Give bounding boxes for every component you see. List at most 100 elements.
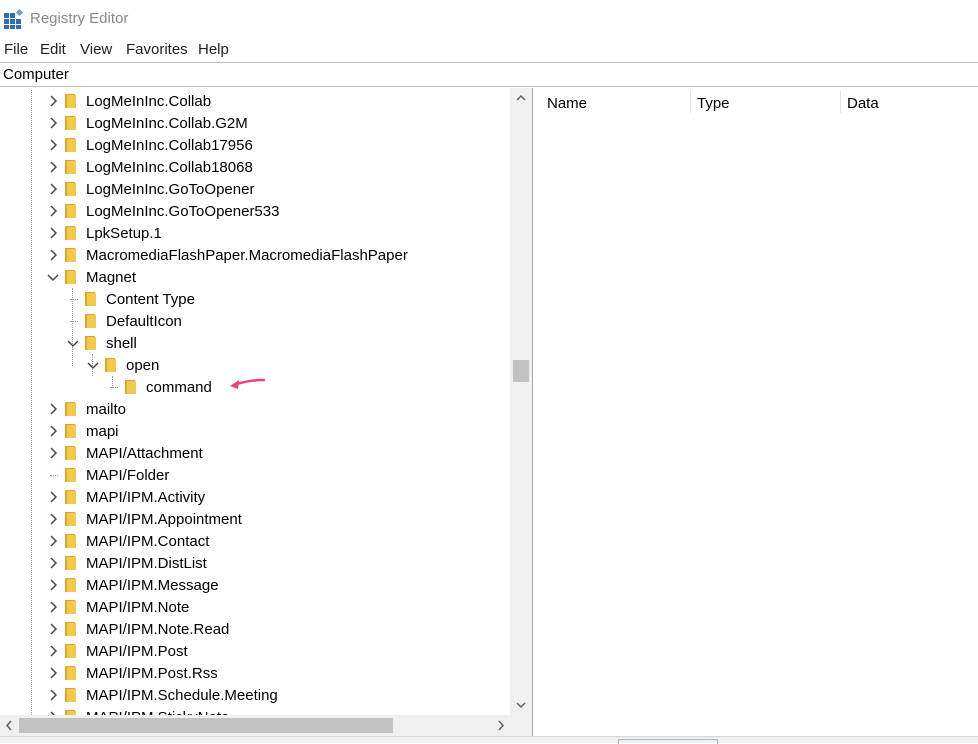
menu-view[interactable]: View [80,41,112,58]
tree-item-label: MAPI/IPM.Appointment [86,511,242,528]
menu-file[interactable]: File [4,41,28,58]
folder-icon [65,94,76,108]
vertical-scroll-thumb[interactable] [513,360,529,382]
folder-icon [65,116,76,130]
tree-item[interactable]: shell [0,332,510,354]
tree-item[interactable]: LogMeInInc.Collab [0,90,510,112]
chevron-right-icon[interactable] [46,402,60,416]
folder-icon [65,622,76,636]
menu-help[interactable]: Help [198,41,229,58]
tree-item[interactable]: mailto [0,398,510,420]
chevron-right-icon[interactable] [46,116,60,130]
address-input[interactable] [0,63,976,86]
scroll-down-icon[interactable] [510,695,532,715]
tree-item[interactable]: Content Type [0,288,510,310]
column-header-type[interactable]: Type [688,88,840,116]
tree-item-label: Magnet [86,269,137,286]
chevron-right-icon[interactable] [46,556,60,570]
chevron-right-icon[interactable] [46,138,60,152]
column-header-name[interactable]: Name [538,88,690,116]
tree-item[interactable]: DefaultIcon [0,310,510,332]
tree-item[interactable]: MAPI/Attachment [0,442,510,464]
tree-item-label: MAPI/IPM.Note.Read [86,621,230,638]
address-bar [0,62,978,87]
tree-item[interactable]: MAPI/IPM.StickyNote [0,706,510,715]
tree-item[interactable]: LogMeInInc.GoToOpener533 [0,200,510,222]
folder-icon [65,182,76,196]
folder-icon [85,336,96,350]
chevron-right-icon[interactable] [46,446,60,460]
scroll-up-icon[interactable] [510,88,532,108]
folder-icon [65,578,76,592]
chevron-down-icon[interactable] [46,270,60,284]
tree-item[interactable]: MAPI/IPM.Post.Rss [0,662,510,684]
chevron-right-icon[interactable] [46,160,60,174]
chevron-right-icon[interactable] [46,600,60,614]
tree-item[interactable]: MAPI/IPM.Post [0,640,510,662]
chevron-right-icon[interactable] [46,622,60,636]
tree-item[interactable]: MAPI/IPM.Schedule.Meeting [0,684,510,706]
tree-item[interactable]: MAPI/Folder [0,464,510,486]
folder-icon [65,556,76,570]
chevron-right-icon[interactable] [46,512,60,526]
chevron-right-icon[interactable] [46,424,60,438]
tree-item[interactable]: LpkSetup.1 [0,222,510,244]
chevron-right-icon[interactable] [46,578,60,592]
tree-item-label: MAPI/IPM.Post [86,643,188,660]
chevron-right-icon[interactable] [46,248,60,262]
menu-bar: File Edit View Favorites Help [0,38,978,62]
chevron-right-icon[interactable] [46,644,60,658]
tree-item[interactable]: MAPI/IPM.Message [0,574,510,596]
chevron-right-icon[interactable] [46,226,60,240]
folder-icon [65,688,76,702]
tree-item[interactable]: LogMeInInc.GoToOpener [0,178,510,200]
horizontal-scroll-thumb[interactable] [19,718,393,733]
chevron-right-icon[interactable] [46,204,60,218]
tree-item[interactable]: MAPI/IPM.Note [0,596,510,618]
folder-icon [65,138,76,152]
folder-icon [65,490,76,504]
vertical-scrollbar[interactable] [510,88,532,715]
tree-item-label: MAPI/IPM.DistList [86,555,207,572]
chevron-right-icon[interactable] [46,534,60,548]
tree-connector-line [70,321,78,322]
tree-connector-line [110,387,118,388]
scroll-right-icon[interactable] [492,715,510,736]
tree-item[interactable]: mapi [0,420,510,442]
values-list-pane[interactable]: Name Type Data [538,88,978,736]
tree-item-label: LogMeInInc.Collab17956 [86,137,253,154]
column-header-data[interactable]: Data [838,88,978,116]
tree-item[interactable]: MacromediaFlashPaper.MacromediaFlashPape… [0,244,510,266]
folder-icon [65,248,76,262]
menu-edit[interactable]: Edit [40,41,66,58]
tree-item[interactable]: LogMeInInc.Collab17956 [0,134,510,156]
tree-item[interactable]: MAPI/IPM.Appointment [0,508,510,530]
tree-item[interactable]: MAPI/IPM.Note.Read [0,618,510,640]
tree-item[interactable]: Magnet [0,266,510,288]
tree-item[interactable]: LogMeInInc.Collab18068 [0,156,510,178]
folder-icon [65,270,76,284]
scroll-left-icon[interactable] [0,715,18,736]
tree-item-label: MAPI/IPM.Schedule.Meeting [86,687,278,704]
chevron-right-icon[interactable] [46,182,60,196]
chevron-down-icon[interactable] [86,358,100,372]
key-tree[interactable]: LogMeInInc.Collab LogMeInInc.Collab.G2M Lo… [0,90,510,715]
chevron-down-icon[interactable] [66,336,80,350]
chevron-right-icon[interactable] [46,688,60,702]
chevron-right-icon[interactable] [46,490,60,504]
folder-icon [65,644,76,658]
tree-item-label: Content Type [106,291,195,308]
chevron-right-icon[interactable] [46,94,60,108]
tree-item-label: MAPI/IPM.Contact [86,533,210,550]
menu-favorites[interactable]: Favorites [126,41,188,58]
folder-icon [105,358,116,372]
horizontal-scrollbar[interactable] [0,715,510,736]
folder-icon [125,380,136,394]
tree-item[interactable]: MAPI/IPM.Activity [0,486,510,508]
tree-item[interactable]: MAPI/IPM.Contact [0,530,510,552]
tree-item[interactable]: MAPI/IPM.DistList [0,552,510,574]
tree-item[interactable]: LogMeInInc.Collab.G2M [0,112,510,134]
chevron-right-icon[interactable] [46,666,60,680]
status-panel [618,739,718,744]
status-bar [0,736,978,744]
